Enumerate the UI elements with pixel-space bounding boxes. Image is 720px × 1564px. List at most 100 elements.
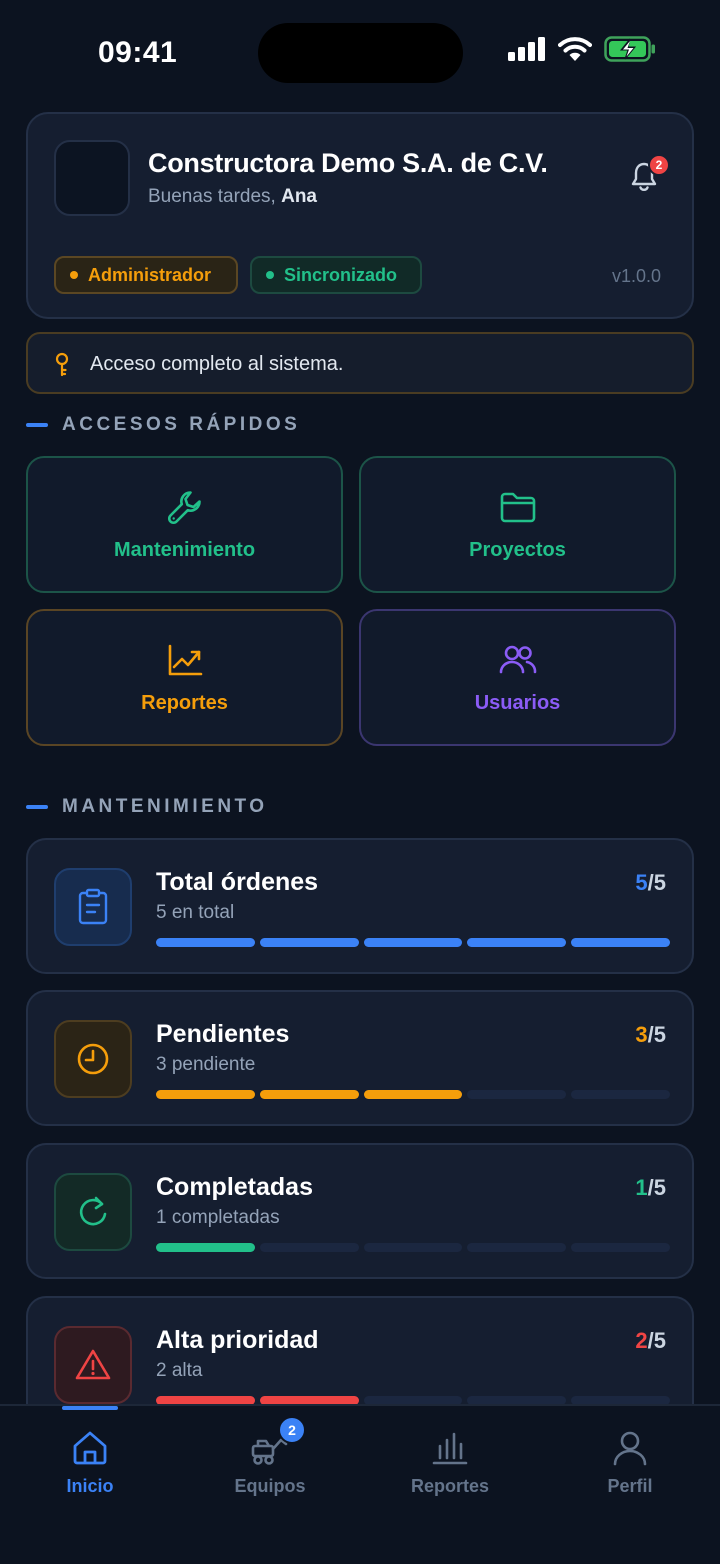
stat-value: 3 <box>635 1022 648 1047</box>
folder-icon <box>500 492 535 523</box>
stat-value: 2 <box>635 1328 648 1353</box>
access-text: Acceso completo al sistema. <box>90 353 344 375</box>
bar-chart-icon <box>432 1432 468 1465</box>
key-icon <box>55 352 69 377</box>
progress-segment <box>363 1243 463 1252</box>
quick-access-title: ACCESOS RÁPIDOS <box>26 414 300 436</box>
sync-dot <box>266 271 274 279</box>
stat-icon-box <box>54 868 132 946</box>
stat-card-total[interactable]: Total órdenes 5 en total 5/5 <box>26 838 694 974</box>
maintenance-title: MANTENIMIENTO <box>26 796 268 818</box>
stat-subtitle: 1 completadas <box>156 1207 280 1228</box>
users-icon <box>499 645 536 674</box>
stat-count: 2/5 <box>635 1328 666 1354</box>
nav-item-equipos[interactable]: Equipos <box>180 1428 360 1497</box>
trend-chart-icon <box>168 644 202 676</box>
progress-segment <box>259 1396 359 1404</box>
tile-proyectos[interactable]: Proyectos <box>359 456 676 593</box>
section-accent-bar <box>26 423 48 427</box>
stat-icon-box <box>54 1326 132 1404</box>
progress-segment <box>363 1396 463 1404</box>
tile-label: Proyectos <box>469 539 566 561</box>
maintenance-title-text: MANTENIMIENTO <box>62 796 268 817</box>
stat-count: 3/5 <box>635 1022 666 1048</box>
progress-segment <box>156 1090 255 1099</box>
stat-total: /5 <box>647 870 666 895</box>
nav-label: Perfil <box>607 1476 653 1496</box>
company-header-card: Constructora Demo S.A. de C.V. Buenas ta… <box>26 112 694 319</box>
stat-title: Total órdenes <box>156 868 319 896</box>
progress-segment <box>259 1243 359 1252</box>
stat-progress <box>156 938 670 948</box>
progress-segment <box>156 938 255 947</box>
bottom-nav: Inicio Equipos 2 Reportes Perfil <box>0 1404 720 1564</box>
progress-segment <box>467 1396 567 1404</box>
quick-access-title-text: ACCESOS RÁPIDOS <box>62 414 301 435</box>
progress-segment <box>571 938 670 947</box>
access-banner: Acceso completo al sistema. <box>26 332 694 394</box>
stat-progress <box>156 1243 670 1253</box>
company-name: Constructora Demo S.A. de C.V. <box>148 148 548 178</box>
stat-total: /5 <box>647 1328 666 1353</box>
nav-label: Reportes <box>410 1476 490 1496</box>
tile-reportes[interactable]: Reportes <box>26 609 343 746</box>
progress-segment <box>156 1396 255 1404</box>
stat-count: 1/5 <box>635 1175 666 1201</box>
sync-badge: Sincronizado <box>250 256 422 294</box>
stat-subtitle: 5 en total <box>156 902 235 923</box>
progress-segment <box>467 938 567 947</box>
progress-segment <box>259 1090 359 1099</box>
stat-title: Alta prioridad <box>156 1326 319 1354</box>
stat-progress <box>156 1090 670 1100</box>
stat-total: /5 <box>647 1175 666 1200</box>
company-logo <box>54 140 130 216</box>
stat-subtitle: 3 pendiente <box>156 1054 256 1075</box>
greeting: Buenas tardes, Ana <box>148 186 317 208</box>
notification-badge: 2 <box>648 154 670 176</box>
stat-title: Pendientes <box>156 1020 290 1048</box>
nav-label: Inicio <box>66 1476 114 1496</box>
sync-label: Sincronizado <box>284 264 398 285</box>
stat-icon-box <box>54 1173 132 1251</box>
progress-segment <box>571 1396 670 1404</box>
equipos-badge: 2 <box>278 1416 306 1444</box>
tile-label: Reportes <box>141 692 228 714</box>
nav-item-reportes[interactable]: Reportes <box>360 1428 540 1497</box>
role-dot <box>70 271 78 279</box>
tile-mantenimiento[interactable]: Mantenimiento <box>26 456 343 593</box>
refresh-icon <box>79 1196 107 1226</box>
stat-progress <box>156 1396 670 1404</box>
progress-segment <box>467 1090 567 1099</box>
wrench-icon <box>167 491 201 525</box>
section-accent-bar <box>26 805 48 809</box>
tile-label: Mantenimiento <box>113 539 256 561</box>
stat-count: 5/5 <box>635 870 666 896</box>
role-badge: Administrador <box>54 256 238 294</box>
stat-value: 5 <box>635 870 648 895</box>
progress-segment <box>259 938 359 947</box>
progress-segment <box>156 1243 255 1252</box>
app-version: v1.0.0 <box>612 266 662 286</box>
progress-segment <box>363 1090 463 1099</box>
active-tab-indicator <box>62 1406 118 1410</box>
progress-segment <box>571 1090 670 1099</box>
nav-item-perfil[interactable]: Perfil <box>540 1428 720 1497</box>
clock-icon <box>77 1043 109 1075</box>
stat-card-completadas[interactable]: Completadas 1 completadas 1/5 <box>26 1143 694 1279</box>
stat-card-pendientes[interactable]: Pendientes 3 pendiente 3/5 <box>26 990 694 1126</box>
greeting-prefix: Buenas tardes, <box>148 186 282 207</box>
progress-segment <box>571 1243 670 1252</box>
home-icon <box>73 1431 107 1465</box>
stat-total: /5 <box>647 1022 666 1047</box>
progress-segment <box>467 1243 567 1252</box>
stat-card-alta-prioridad[interactable]: Alta prioridad 2 alta 2/5 <box>26 1296 694 1404</box>
nav-item-inicio[interactable]: Inicio <box>0 1428 180 1497</box>
tile-label: Usuarios <box>474 692 561 714</box>
stat-subtitle: 2 alta <box>156 1360 203 1381</box>
role-label: Administrador <box>88 264 212 285</box>
warning-icon <box>75 1349 111 1380</box>
stat-icon-box <box>54 1020 132 1098</box>
nav-label: Equipos <box>234 1476 306 1496</box>
tile-usuarios[interactable]: Usuarios <box>359 609 676 746</box>
home-scroll-area[interactable]: Constructora Demo S.A. de C.V. Buenas ta… <box>0 0 720 1404</box>
